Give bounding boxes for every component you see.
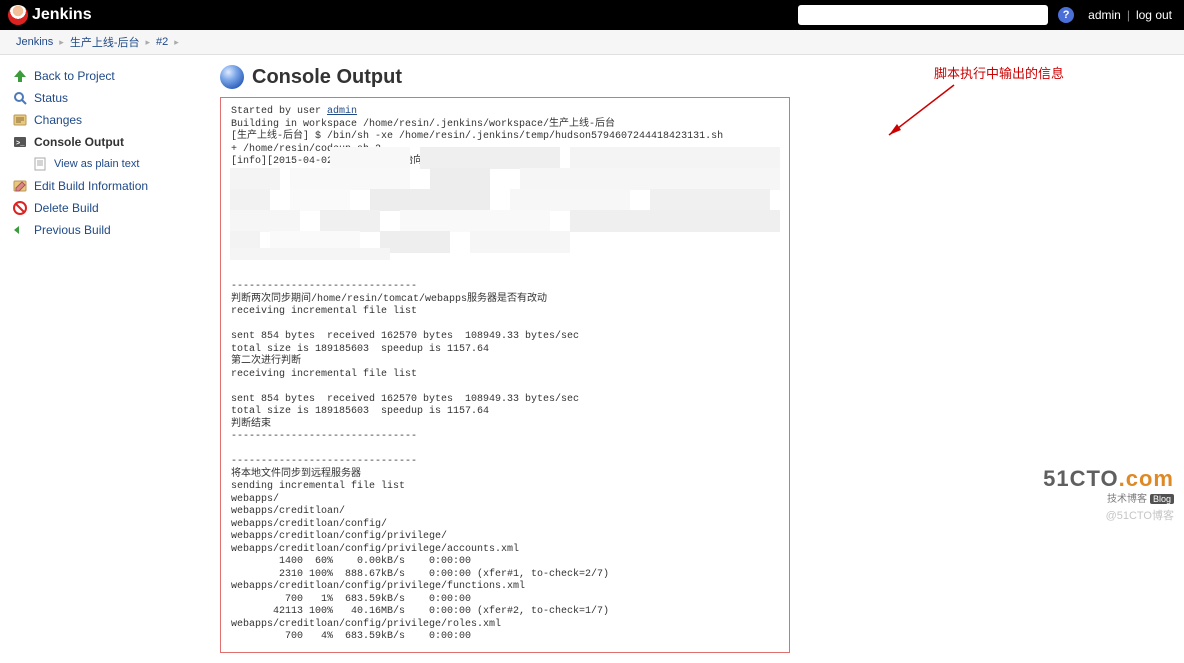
brand-name: Jenkins <box>32 6 92 24</box>
crumb-project[interactable]: 生产上线-后台 <box>70 34 140 50</box>
watermark: 51CTO.com 技术博客Blog @51CTO博客 <box>1043 466 1174 523</box>
console-output-box: Started by user admin Building in worksp… <box>220 97 790 653</box>
help-icon[interactable]: ? <box>1058 7 1074 23</box>
up-arrow-icon <box>12 68 28 84</box>
top-header: Jenkins ? admin | log out <box>0 0 1184 30</box>
jenkins-logo-icon <box>8 5 28 25</box>
sidebar-changes[interactable]: Changes <box>8 109 192 131</box>
crumb-sep-icon: ▸ <box>146 37 151 48</box>
sidebar-edit-build[interactable]: Edit Build Information <box>8 175 192 197</box>
left-arrow-icon <box>12 222 28 238</box>
magnifier-icon <box>12 90 28 106</box>
main-content: Console Output Started by user admin Bui… <box>200 55 1184 663</box>
delete-icon <box>12 200 28 216</box>
sidebar-item-label: Back to Project <box>34 69 115 83</box>
jenkins-logo[interactable]: Jenkins <box>8 5 92 25</box>
sidebar-item-label: Edit Build Information <box>34 179 148 193</box>
sidebar-delete-build[interactable]: Delete Build <box>8 197 192 219</box>
header-separator: | <box>1127 8 1130 22</box>
build-status-ball-icon <box>220 65 244 89</box>
sidebar-item-label: Delete Build <box>34 201 99 215</box>
breadcrumb: Jenkins ▸ 生产上线-后台 ▸ #2 ▸ <box>0 30 1184 55</box>
annotation-arrow-icon <box>879 80 959 140</box>
edit-icon <box>12 178 28 194</box>
admin-link[interactable]: admin <box>1088 8 1121 22</box>
crumb-sep-icon: ▸ <box>59 37 64 48</box>
terminal-icon: >_ <box>12 134 28 150</box>
watermark-logo: 51CTO.com <box>1043 466 1174 492</box>
sidebar-previous-build[interactable]: Previous Build <box>8 219 192 241</box>
sidebar-item-label: Changes <box>34 113 82 127</box>
changes-icon <box>12 112 28 128</box>
svg-text:>_: >_ <box>16 140 25 148</box>
crumb-build[interactable]: #2 <box>156 36 168 48</box>
sidebar: Back to Project Status Changes >_ Consol… <box>0 55 200 663</box>
sidebar-item-label: Previous Build <box>34 223 111 237</box>
console-user-link[interactable]: admin <box>327 106 357 117</box>
crumb-sep-icon: ▸ <box>174 37 179 48</box>
logout-link[interactable]: log out <box>1136 8 1172 22</box>
page-title-text: Console Output <box>252 66 402 89</box>
sidebar-view-plain-text[interactable]: View as plain text <box>8 153 192 175</box>
sidebar-item-label: View as plain text <box>54 158 139 170</box>
watermark-subtitle: 技术博客Blog <box>1043 490 1174 505</box>
sidebar-console-output[interactable]: >_ Console Output <box>8 131 192 153</box>
document-icon <box>32 156 48 172</box>
sidebar-item-label: Status <box>34 91 68 105</box>
sidebar-status[interactable]: Status <box>8 87 192 109</box>
sidebar-item-label: Console Output <box>34 135 124 149</box>
search-input[interactable] <box>798 5 1048 25</box>
watermark-handle: @51CTO博客 <box>1043 507 1174 523</box>
sidebar-back-to-project[interactable]: Back to Project <box>8 65 192 87</box>
crumb-jenkins[interactable]: Jenkins <box>16 36 53 48</box>
